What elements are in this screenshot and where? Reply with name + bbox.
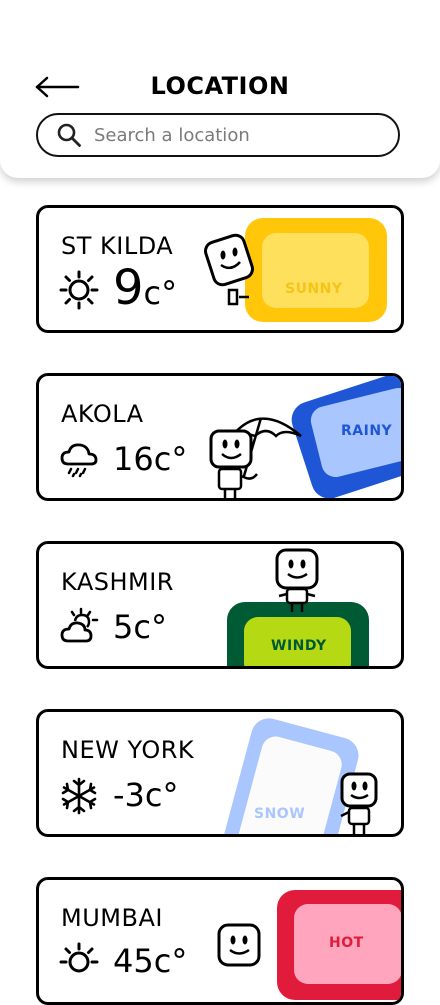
condition-label: RAINY (341, 423, 393, 439)
location-card-st-kilda[interactable]: ST KILDA 9c° SUNNY (36, 205, 404, 333)
snowflake-icon (61, 777, 97, 815)
location-card-akola[interactable]: AKOLA 16c° RAINY (36, 373, 404, 501)
header: LOCATION (0, 0, 440, 178)
location-card-new-york[interactable]: NEW YORK -3c° SNOW (36, 709, 404, 837)
page-title: LOCATION (150, 72, 290, 100)
condition-label: SUNNY (285, 281, 343, 297)
temperature-unit: c° (143, 274, 178, 312)
city-name: KASHMIR (61, 568, 174, 596)
sun-icon (59, 270, 99, 310)
location-card-mumbai[interactable]: MUMBAI 45c° HOT (36, 877, 404, 1005)
search-bar[interactable] (36, 113, 400, 157)
sun-icon (59, 942, 99, 973)
city-name: MUMBAI (61, 904, 163, 932)
search-input[interactable] (92, 123, 376, 147)
temperature-value: 9 (113, 260, 144, 316)
city-name: AKOLA (61, 400, 144, 428)
mascot-illustration (340, 772, 378, 834)
partly-cloudy-icon (60, 607, 99, 643)
condition-label: WINDY (271, 638, 327, 654)
temperature: -3c° (113, 776, 179, 814)
umbrella-mascot-illustration (209, 417, 302, 498)
condition-label: HOT (329, 935, 364, 951)
temperature: 9c° (113, 260, 177, 316)
city-name: ST KILDA (61, 232, 174, 260)
search-icon (57, 123, 81, 147)
mascot-illustration (217, 923, 261, 967)
location-card-kashmir[interactable]: KASHMIR 5c° WINDY (36, 541, 404, 669)
city-name: NEW YORK (61, 736, 195, 764)
condition-label: SNOW (254, 806, 306, 822)
temperature: 16c° (113, 440, 188, 478)
temperature: 5c° (113, 608, 167, 646)
rain-cloud-icon (60, 443, 98, 478)
temperature: 45c° (113, 942, 188, 980)
snow-badge (221, 718, 378, 834)
